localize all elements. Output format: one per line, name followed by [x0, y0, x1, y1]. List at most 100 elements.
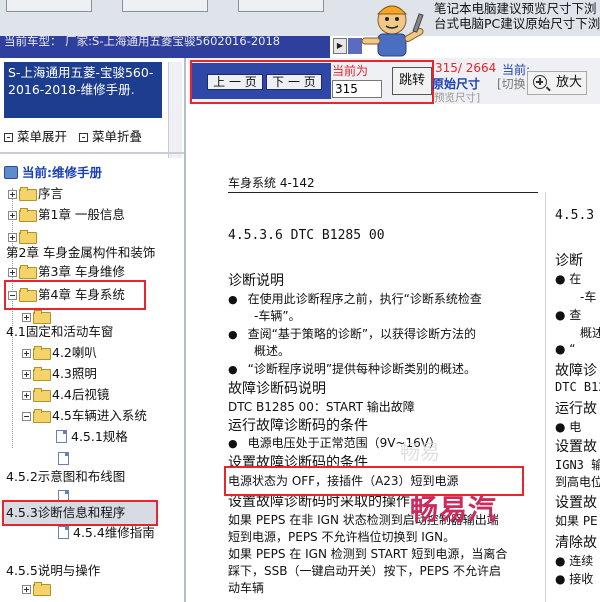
dtc-title: 4.5.3.6 DTC B1285 00 [228, 228, 385, 243]
right-col-line: 诊断 [555, 253, 583, 269]
page-icon [58, 526, 69, 539]
sidebar-scrollbar[interactable] [168, 62, 182, 158]
folder-icon [33, 582, 51, 596]
collapse-label: 菜单折叠 [92, 129, 143, 144]
folder-icon [19, 265, 37, 279]
model-bar: 当前车型： 厂家:S-上海通用五菱宝骏5602016-2018 [0, 34, 330, 58]
tree-label: 4.5.1规格 [71, 429, 128, 444]
bullet-continued: 概述。 [254, 344, 291, 358]
code-description: DTC B1285 00：START 输出故障 [228, 400, 415, 414]
section-title: 故障诊断码说明 [228, 381, 326, 397]
switch-size-link[interactable]: [切换 [497, 75, 526, 92]
right-col-line: ● 接收 [555, 572, 594, 586]
plus-icon[interactable] [22, 313, 31, 322]
model-label: 当前车型： [4, 34, 62, 48]
manual-title: S-上海通用五菱-宝骏560-2016-2018-维修手册. [4, 62, 162, 118]
plus-icon[interactable] [22, 370, 31, 379]
right-col-line: ● “ [555, 342, 576, 356]
plus-icon[interactable] [22, 391, 31, 400]
tree-item-4-5-5[interactable]: 4.5.5说明与操作 [6, 562, 100, 580]
tree-item-page-a[interactable] [58, 450, 73, 468]
tree-item-ch3[interactable]: 第3章 车身维修 [8, 263, 125, 281]
tip-text: 笔记本电脑建议预览尺寸下浏 台式电脑PC建议原始尺寸下浏 [434, 1, 600, 31]
tree-label: 4.1固定和活动车窗 [6, 324, 114, 339]
tree-current[interactable]: 当前:维修手册 [4, 164, 102, 182]
page-icon [58, 452, 69, 465]
bullet-item: “诊断程序说明”提供每种诊断类别的概述。 [228, 360, 476, 377]
paragraph-line: 动车辆 [228, 581, 265, 595]
top-tab-button[interactable] [6, 0, 92, 12]
mini-strip [348, 38, 362, 54]
menu-collapse-button[interactable]: 菜单折叠 [79, 126, 142, 145]
right-col-line: ● 查 [555, 308, 582, 322]
tree-label: 第1章 一般信息 [38, 207, 125, 222]
expand-label: 菜单展开 [17, 129, 68, 144]
tree-item-ch2[interactable]: 第2章 车身金属构件和装饰 [6, 244, 155, 262]
plus-icon[interactable] [8, 268, 17, 277]
tree-item-4-5[interactable]: 4.5车辆进入系统 [22, 407, 147, 425]
tree-item-4-4[interactable]: 4.4后视镜 [22, 386, 109, 404]
right-col-line: ● 在 [555, 272, 582, 286]
app-window: 笔记本电脑建议预览尺寸下浏 台式电脑PC建议原始尺寸下浏 当前车型： 厂家:S-… [0, 0, 600, 602]
plus-icon[interactable] [8, 233, 17, 242]
tree-item-4-5-5-child[interactable] [22, 580, 52, 598]
paragraph-line: 短到电源，PEPS 不允许档位切换到 IGN。 [228, 530, 456, 544]
page-count: 315/ 2664 [435, 61, 497, 75]
tree-item-4-1[interactable]: 4.1固定和活动车窗 [6, 323, 113, 341]
top-tab-button[interactable] [122, 0, 208, 12]
tree-guide [12, 188, 13, 448]
right-col-line: 故障诊 [555, 363, 597, 379]
right-col-line: 如果 PE [555, 514, 598, 528]
watermark-faint: 畅易 [400, 440, 440, 464]
right-col-line: 到高电位 [555, 475, 600, 489]
tree-item-ch1[interactable]: 第1章 一般信息 [8, 206, 125, 224]
tree-item-4-3[interactable]: 4.3照明 [22, 365, 97, 383]
page-header: 车身系统 4-142 [228, 176, 315, 190]
header-rule [228, 192, 538, 193]
menu-expand-button[interactable]: 菜单展开 [4, 126, 67, 145]
menu-controls: 菜单展开 菜单折叠 [4, 126, 142, 145]
folder-icon [33, 388, 51, 402]
plus-icon[interactable] [22, 349, 31, 358]
bullet-item: 查阅“基于策略的诊断”，以获得诊断方法的 [228, 325, 476, 342]
plus-icon[interactable] [8, 190, 17, 199]
collapse-icon [79, 133, 88, 142]
document-page: 车身系统 4-142 4.5.3.6 DTC B1285 00 诊断说明 在使用… [188, 104, 600, 602]
right-col-line: DTC B12 [555, 380, 600, 394]
right-col-line: ● 电 [555, 420, 582, 434]
right-col-line: 设置故 [555, 495, 597, 511]
plus-icon[interactable] [8, 211, 17, 220]
left-sidebar: S-上海通用五菱-宝骏560-2016-2018-维修手册. 菜单展开 菜单折叠… [0, 58, 186, 602]
right-col-line: IGN3 输 [555, 458, 600, 472]
right-col-line: 运行故 [555, 401, 597, 417]
watermark: 畅易汽 [410, 493, 498, 526]
paragraph-line: 踩下，SSB（一键启动开关）按下，PEPS 不允许启 [228, 564, 501, 578]
tree-item-4-5-1[interactable]: 4.5.1规格 [56, 428, 128, 446]
manual-book-icon [4, 166, 18, 179]
folder-icon [33, 346, 51, 360]
folder-icon [33, 367, 51, 381]
preview-size-link[interactable]: 预览尺寸] [434, 90, 480, 105]
section-title: 运行故障诊断码的条件 [228, 418, 368, 434]
right-col-line: 设置故 [555, 439, 597, 455]
right-col-line: 概述 [580, 326, 600, 340]
scroll-right-button[interactable]: ▶ [333, 38, 347, 54]
tree-label: 4.4后视镜 [52, 387, 110, 402]
tree-item-preface[interactable]: 序言 [8, 185, 63, 203]
tree-item-4-5-4[interactable]: 4.5.4维修指南 [58, 524, 155, 542]
plus-icon[interactable] [22, 585, 31, 594]
tree-label: 4.5.4维修指南 [73, 525, 155, 540]
tree-item-4-2[interactable]: 4.2喇叭 [22, 344, 97, 362]
top-tab-button[interactable] [238, 0, 324, 12]
bullet-item: 在使用此诊断程序之前，执行“诊断系统检查 [228, 290, 482, 307]
tree-current-label: 当前:维修手册 [22, 165, 102, 180]
page-number-input[interactable] [332, 80, 382, 98]
tree-item-4-5-2[interactable]: 4.5.2示意图和布线图 [6, 468, 125, 486]
tree-label: 4.5.5说明与操作 [6, 563, 101, 578]
jump-button[interactable]: 跳转 [392, 67, 432, 95]
tree-label: 4.5车辆进入系统 [52, 408, 147, 423]
tree-label: 第2章 车身金属构件和装饰 [6, 245, 156, 260]
right-col-line: 4.5.3 [555, 208, 595, 223]
current-page-label: 当前为 [332, 64, 369, 78]
minus-icon[interactable] [22, 412, 31, 421]
